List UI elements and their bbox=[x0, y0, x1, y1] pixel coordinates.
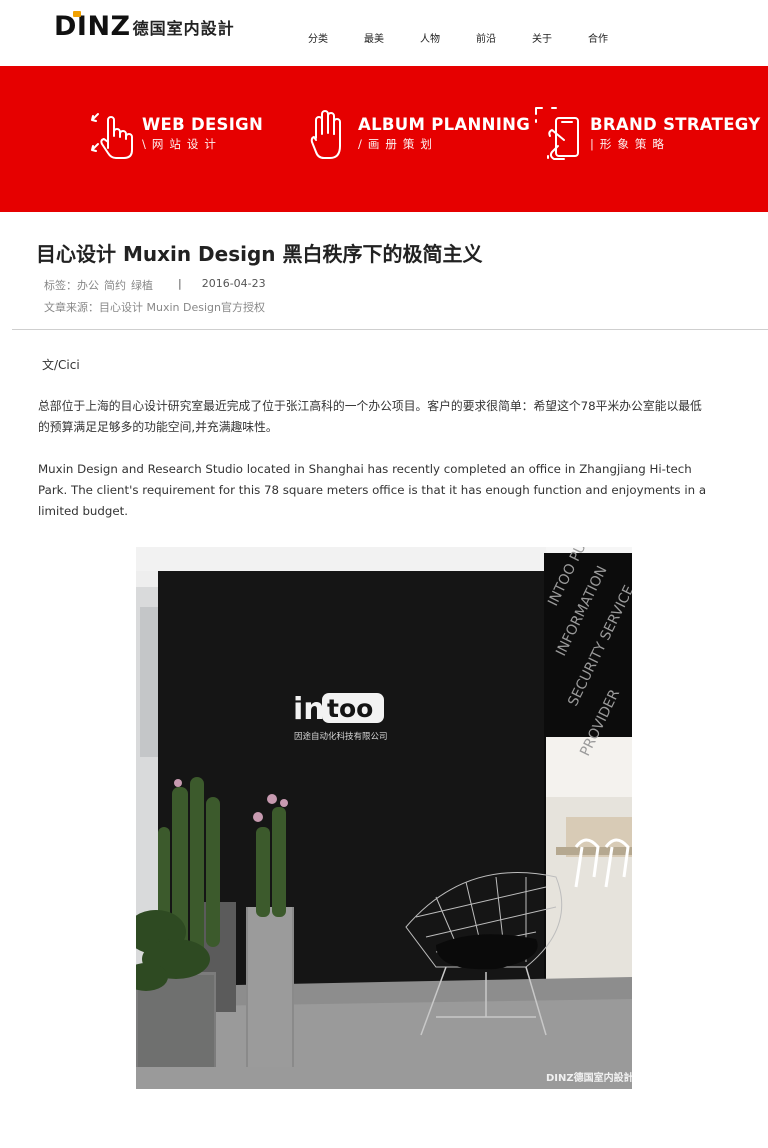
feature-title-cn: /画册策划 bbox=[358, 137, 438, 151]
feature-album-planning[interactable]: ALBUM PLANNING /画册策划 bbox=[302, 106, 530, 162]
feature-title-cn: \网站设计 bbox=[142, 137, 222, 151]
sign-text-too: too bbox=[327, 694, 373, 723]
feature-title-en: BRAND STRATEGY bbox=[590, 115, 761, 134]
feature-web-design[interactable]: WEB DESIGN \网站设计 bbox=[86, 106, 263, 162]
nav-item-frontier[interactable]: 前沿 bbox=[458, 30, 514, 45]
site-header: DINZ 德国室内設計 分类 最美 人物 前沿 关于 合作 bbox=[0, 0, 768, 66]
article-author: 文/Cici bbox=[42, 358, 80, 372]
office-entrance-illustration: INTOO PURPOSE INFORMATION SECURITY SERVI… bbox=[136, 547, 632, 1089]
feature-title-en: WEB DESIGN bbox=[142, 115, 264, 134]
sign-subtitle: 因途自动化科技有限公司 bbox=[294, 731, 388, 742]
feature-brand-strategy[interactable]: BRAND STRATEGY |形象策略 bbox=[534, 106, 761, 162]
tag-link[interactable]: 简约 bbox=[104, 277, 126, 293]
tag-link[interactable]: 绿植 bbox=[131, 277, 153, 293]
logo-dot bbox=[73, 11, 81, 17]
sign-text-in: in bbox=[293, 692, 325, 727]
paragraph-cn: 总部位于上海的目心设计研究室最近完成了位于张江高科的一个办公项目。客户的要求很简… bbox=[38, 399, 702, 434]
photo-watermark: DINZ德国室内設計 bbox=[546, 1071, 632, 1084]
site-logo[interactable]: DINZ 德国室内設計 bbox=[54, 11, 235, 42]
services-banner: WEB DESIGN \网站设计 ALBUM PLANNING /画册策划 BR… bbox=[0, 66, 768, 212]
nav-item-best[interactable]: 最美 bbox=[346, 30, 402, 45]
article-photo: INTOO PURPOSE INFORMATION SECURITY SERVI… bbox=[136, 547, 632, 1089]
nav-item-category[interactable]: 分类 bbox=[290, 30, 346, 45]
paragraph-en: Muxin Design and Research Studio located… bbox=[38, 462, 707, 518]
article-title: 目心设计 Muxin Design 黑白秩序下的极简主义 bbox=[36, 242, 483, 266]
article-meta: 标签：办公 简约 绿植 | 2016-04-23 bbox=[44, 277, 266, 293]
tags-label[interactable]: 标签：办公 bbox=[44, 277, 99, 293]
phone-scan-icon bbox=[535, 107, 579, 160]
feature-title-cn: |形象策略 bbox=[590, 137, 670, 151]
logo-mark: DINZ bbox=[54, 11, 131, 42]
meta-separator: | bbox=[178, 277, 182, 290]
article-source: 文章来源：目心设计 Muxin Design官方授权 bbox=[44, 301, 265, 314]
nav-item-about[interactable]: 关于 bbox=[514, 30, 570, 45]
logo-text: DINZ bbox=[54, 11, 131, 42]
touch-hand-icon bbox=[91, 113, 133, 159]
palm-hand-icon bbox=[310, 110, 341, 159]
main-nav: 分类 最美 人物 前沿 关于 合作 bbox=[290, 30, 626, 45]
logo-cn-text: 德国室内設計 bbox=[132, 19, 235, 38]
nav-item-cooperation[interactable]: 合作 bbox=[570, 30, 626, 45]
publish-date: 2016-04-23 bbox=[201, 277, 266, 290]
feature-title-en: ALBUM PLANNING bbox=[358, 115, 531, 134]
divider bbox=[12, 329, 768, 330]
nav-item-people[interactable]: 人物 bbox=[402, 30, 458, 45]
